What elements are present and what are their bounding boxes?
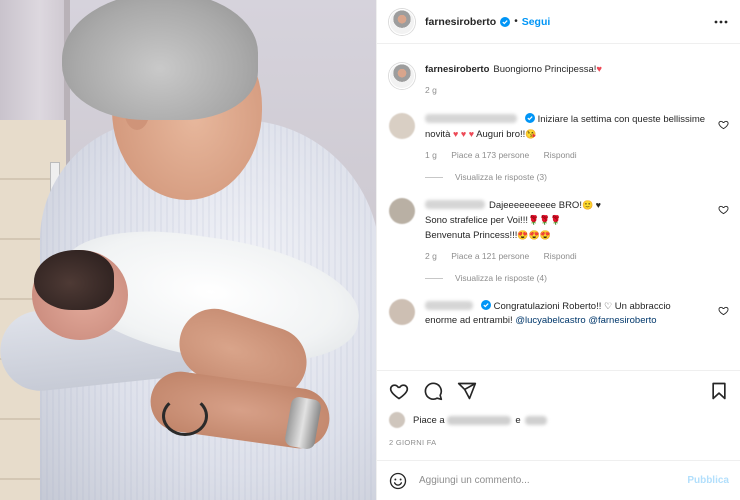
instagram-post: farnesiroberto • Segui farnesiroberto Buo… xyxy=(0,0,740,500)
comment-item: Iniziare la settima con queste bellissim… xyxy=(389,113,729,162)
comment-avatar[interactable] xyxy=(389,198,415,224)
comments-list[interactable]: farnesiroberto Buongiorno Principessa!♥ 2… xyxy=(377,45,740,370)
comment-item: Congratulazioni Roberto!! ♡ Un abbraccio… xyxy=(389,299,729,328)
comment-time: 1 g xyxy=(425,150,437,160)
comment-icon[interactable] xyxy=(423,381,443,401)
share-icon[interactable] xyxy=(457,381,477,401)
bookmark-icon[interactable] xyxy=(709,381,729,401)
heart-icon[interactable] xyxy=(718,119,729,130)
post-photo[interactable] xyxy=(0,0,376,500)
liker-avatar xyxy=(389,412,405,428)
caption-avatar[interactable] xyxy=(389,63,415,89)
verified-icon xyxy=(500,16,511,27)
verified-icon xyxy=(481,300,491,310)
view-replies[interactable]: Visualizza le risposte (3) xyxy=(425,172,729,182)
publish-button[interactable]: Pubblica xyxy=(687,475,729,486)
verified-icon xyxy=(525,113,535,123)
post-caption: farnesiroberto Buongiorno Principessa!♥ 2… xyxy=(389,63,729,97)
comment-avatar[interactable] xyxy=(389,299,415,325)
heart-eyes-emojis: 😍😍😍 xyxy=(517,230,552,240)
comment-text: Congratulazioni Roberto!! xyxy=(493,301,602,312)
comment-item: Dajeeeeeeeeee BRO!🙂 ♥ Sono strafelice pe… xyxy=(389,198,729,263)
comment-text: Dajeeeeeeeeee BRO! xyxy=(489,200,582,211)
heart-icon[interactable] xyxy=(718,305,729,316)
caption-username[interactable]: farnesiroberto xyxy=(425,64,489,75)
comment-likes[interactable]: Piace a 173 persone xyxy=(451,150,529,160)
reply-button[interactable]: Rispondi xyxy=(544,251,577,261)
comment-input[interactable] xyxy=(419,475,688,486)
kiss-emoji: 😘 xyxy=(525,129,537,139)
more-options-icon[interactable] xyxy=(713,14,729,30)
comment-text: Iniziare la settima con queste bellissim… xyxy=(537,114,706,125)
author-avatar[interactable] xyxy=(389,8,415,35)
caption-text: Buongiorno Principessa! xyxy=(493,64,597,75)
add-comment-bar: Pubblica xyxy=(377,460,740,500)
post-side-panel: farnesiroberto • Segui farnesiroberto Buo… xyxy=(376,0,740,500)
heart-emojis: ♥ ♥ ♥ xyxy=(453,129,475,139)
caption-time: 2 g xyxy=(425,85,437,95)
likes-summary[interactable]: Piace a e xyxy=(389,412,551,428)
comment-time: 2 g xyxy=(425,251,437,261)
mention-link[interactable]: @farnesiroberto xyxy=(588,315,656,326)
mention-link[interactable]: @lucyabelcastro xyxy=(515,315,585,326)
reply-button[interactable]: Rispondi xyxy=(544,150,577,160)
post-date: 2 GIORNI FA xyxy=(389,438,437,447)
action-bar xyxy=(377,370,740,410)
emoji-icon[interactable] xyxy=(389,472,407,490)
comment-username-blurred[interactable] xyxy=(425,114,517,123)
follow-button[interactable]: Segui xyxy=(522,16,551,28)
heart-icon[interactable] xyxy=(718,204,729,215)
comment-avatar[interactable] xyxy=(389,113,415,139)
heart-icon[interactable] xyxy=(389,381,409,401)
author-username[interactable]: farnesiroberto xyxy=(425,16,496,28)
comment-username-blurred[interactable] xyxy=(425,301,473,310)
caption-heart-emoji: ♥ xyxy=(596,64,603,75)
comment-username-blurred[interactable] xyxy=(425,200,485,209)
comment-likes[interactable]: Piace a 121 persone xyxy=(451,251,529,261)
post-header: farnesiroberto • Segui xyxy=(377,0,740,44)
view-replies[interactable]: Visualizza le risposte (4) xyxy=(425,273,729,283)
liker-name-blurred[interactable] xyxy=(447,415,512,425)
photo-man-hair xyxy=(62,0,258,120)
header-separator: • xyxy=(514,16,518,27)
rose-emojis: 🌹🌹🌹 xyxy=(527,215,562,225)
